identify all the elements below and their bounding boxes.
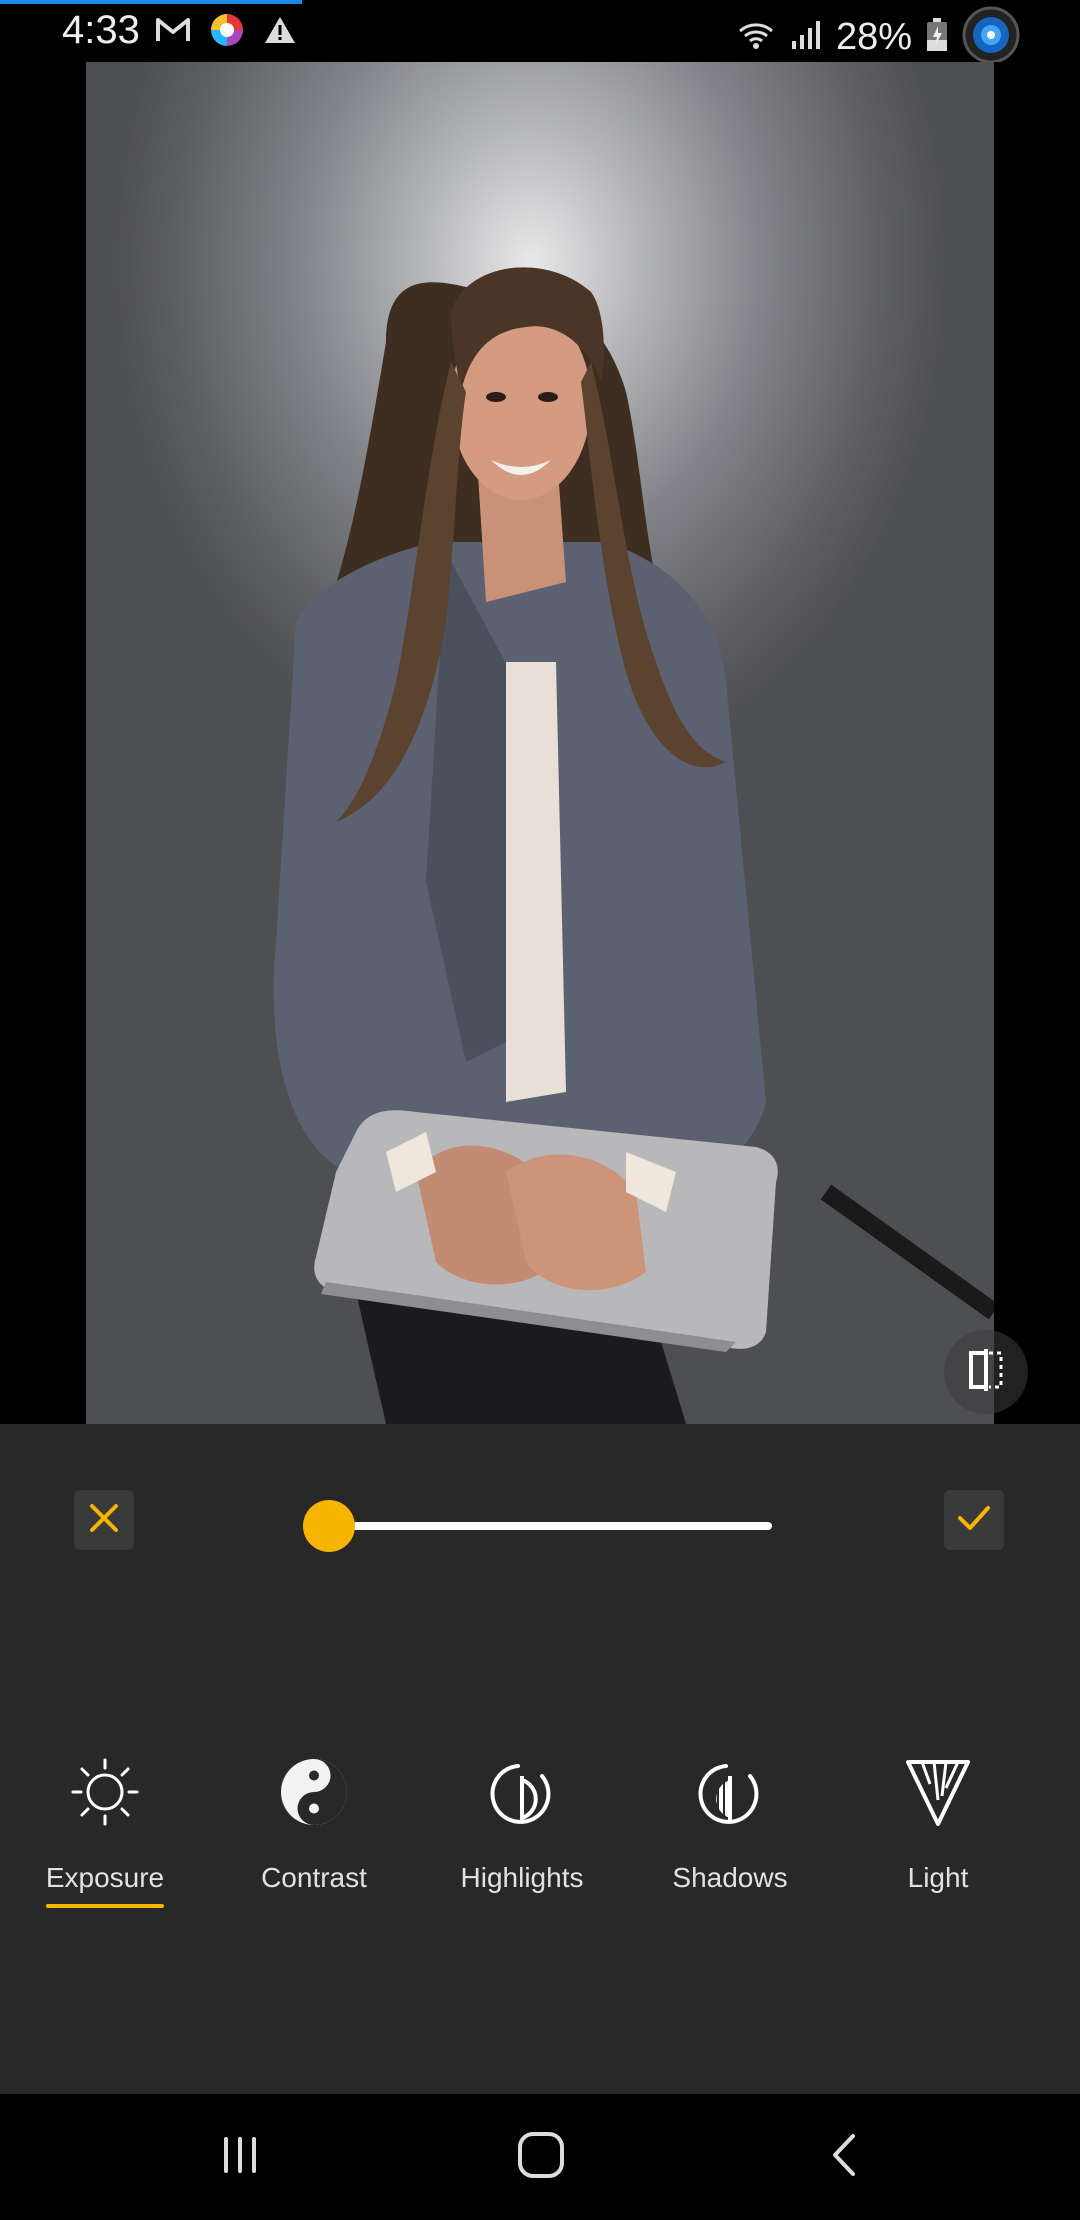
- loading-indicator: [0, 0, 302, 4]
- tool-exposure[interactable]: Exposure: [10, 1744, 200, 1908]
- slider-track[interactable]: [320, 1522, 772, 1530]
- assistant-icon[interactable]: [962, 6, 1020, 69]
- compare-icon: [963, 1347, 1009, 1398]
- photo-canvas[interactable]: [0, 62, 1080, 1424]
- tool-contrast[interactable]: Contrast: [219, 1744, 409, 1894]
- recent-apps-icon: [218, 2135, 262, 2180]
- colorful-app-icon: [209, 12, 245, 53]
- alert-icon: [263, 15, 297, 50]
- back-icon: [827, 2132, 863, 2183]
- shadows-icon: [698, 1744, 762, 1840]
- home-icon: [516, 2130, 566, 2185]
- system-nav-bar: [0, 2094, 1080, 2220]
- slider-handle[interactable]: [303, 1500, 356, 1552]
- gmail-icon: [155, 16, 191, 49]
- wifi-icon: [736, 19, 776, 56]
- cancel-button[interactable]: [74, 1490, 134, 1550]
- signal-icon: [790, 19, 822, 56]
- close-icon: [87, 1501, 121, 1540]
- tool-label: Shadows: [672, 1862, 788, 1893]
- portrait-photo[interactable]: [86, 62, 994, 1424]
- status-time: 4:33: [62, 8, 140, 52]
- battery-icon: [926, 18, 948, 57]
- tool-label: Light: [907, 1862, 969, 1893]
- confirm-button[interactable]: [944, 1490, 1004, 1550]
- back-button[interactable]: [800, 2122, 890, 2192]
- tool-light[interactable]: Light: [843, 1744, 1033, 1894]
- portrait-illustration: [273, 267, 994, 1424]
- recent-apps-button[interactable]: [195, 2122, 285, 2192]
- tool-label: Contrast: [261, 1862, 367, 1893]
- check-icon: [956, 1503, 992, 1538]
- sun-icon: [69, 1744, 141, 1840]
- tool-shadows[interactable]: Shadows: [635, 1744, 825, 1894]
- tool-label: Exposure: [45, 1862, 165, 1893]
- tool-label: Highlights: [460, 1862, 584, 1893]
- battery-percent: 28%: [835, 16, 912, 58]
- selected-indicator: [46, 1904, 164, 1908]
- home-button[interactable]: [496, 2122, 586, 2192]
- status-bar: 4:33 28%: [0, 0, 1080, 64]
- tool-highlights[interactable]: Highlights: [427, 1744, 617, 1894]
- yin-yang-icon: [279, 1744, 349, 1840]
- tool-strip: Exposure Contrast Highlights Shadows Lig…: [0, 1744, 1080, 1944]
- highlights-icon: [490, 1744, 554, 1840]
- compare-button[interactable]: [944, 1330, 1028, 1414]
- light-icon: [905, 1744, 971, 1840]
- adjust-panel: Exposure Contrast Highlights Shadows Lig…: [0, 1424, 1080, 2094]
